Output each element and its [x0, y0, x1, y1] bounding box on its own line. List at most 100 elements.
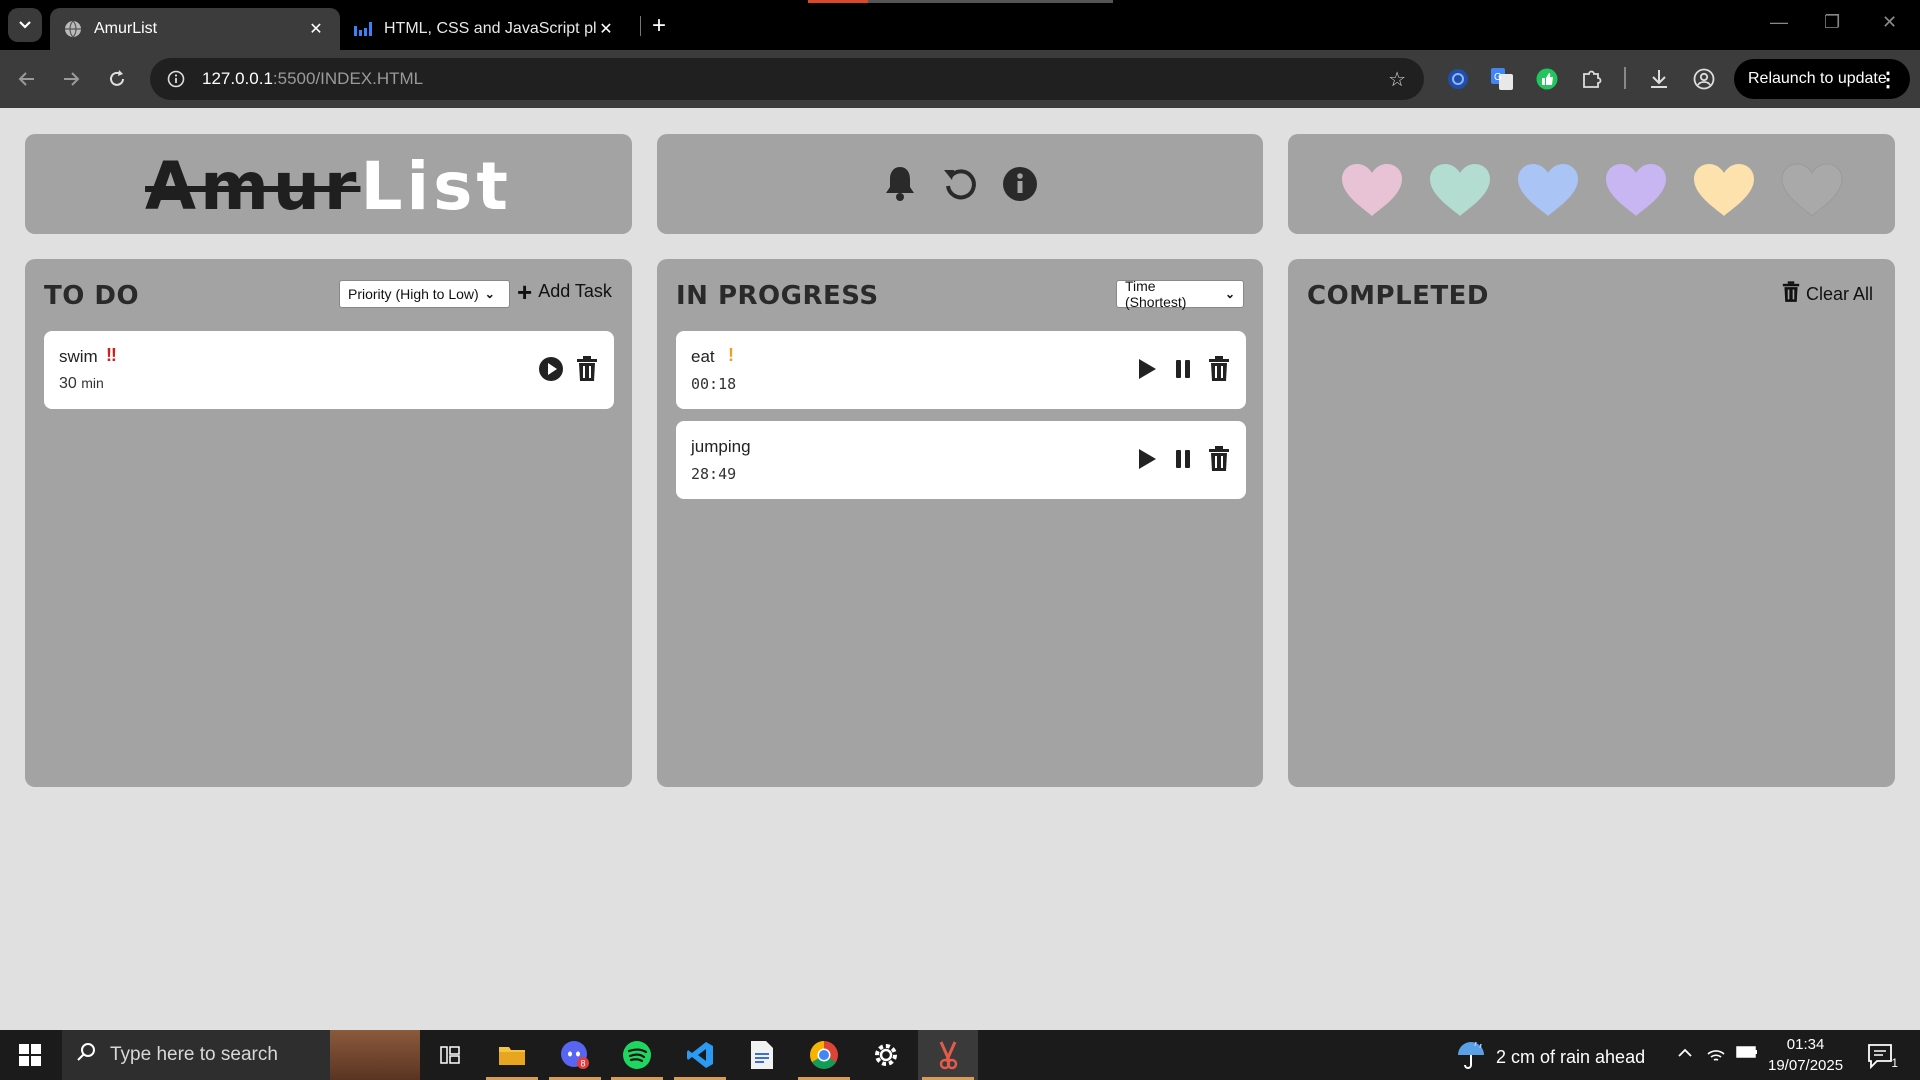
- notifications-icon[interactable]: 1: [1864, 1042, 1898, 1070]
- puzzle-extensions-icon[interactable]: [1580, 67, 1604, 91]
- discord-icon[interactable]: 8: [545, 1030, 605, 1080]
- header-controls: [657, 164, 1263, 204]
- bookmark-star-icon[interactable]: ☆: [1388, 67, 1406, 92]
- tab-loading-indicator: [808, 0, 868, 3]
- task-timer: 00:18: [691, 375, 737, 393]
- more-vert-icon[interactable]: ⋮: [1878, 67, 1898, 92]
- close-icon[interactable]: ✕: [306, 19, 326, 39]
- task-timer: 28:49: [691, 465, 737, 483]
- extension-blue-icon[interactable]: [1446, 67, 1470, 91]
- app-logo: AmurList: [25, 154, 632, 220]
- info-icon[interactable]: [1001, 164, 1039, 204]
- add-task-button[interactable]: + Add Task: [517, 279, 612, 305]
- chrome-icon[interactable]: [794, 1030, 854, 1080]
- task-card-swim[interactable]: swim ‼ 30 min: [44, 331, 614, 409]
- theme-heart-2[interactable]: [1427, 160, 1493, 220]
- chevron-up-icon[interactable]: [1676, 1044, 1694, 1067]
- column-title: TO DO: [44, 281, 140, 311]
- windows-start-icon[interactable]: [10, 1043, 50, 1067]
- taskbar-search[interactable]: Type here to search: [62, 1030, 420, 1080]
- close-icon[interactable]: ✕: [596, 19, 616, 39]
- trash-icon[interactable]: [1206, 445, 1232, 473]
- file-explorer-icon[interactable]: [482, 1030, 542, 1080]
- todo-sort-select[interactable]: Priority (High to Low) ⌄: [339, 280, 510, 308]
- task-actions: [1134, 445, 1232, 473]
- tab-title: AmurList: [94, 20, 158, 37]
- tab-search-button[interactable]: [8, 8, 42, 42]
- address-bar[interactable]: 127.0.0.1:5500/INDEX.HTML ☆: [150, 58, 1424, 100]
- pause-icon[interactable]: [1170, 445, 1196, 473]
- notification-count: 1: [1891, 1056, 1898, 1070]
- spotify-icon[interactable]: [607, 1030, 667, 1080]
- in-progress-sort-select[interactable]: Time (Shortest) ⌄: [1116, 278, 1244, 310]
- document-app-icon[interactable]: [732, 1030, 792, 1080]
- play-icon[interactable]: [1134, 445, 1160, 473]
- heart-icon: [1693, 164, 1754, 216]
- task-name: swim: [59, 347, 98, 366]
- weather-widget[interactable]: 2 cm of rain ahead: [1456, 1040, 1645, 1075]
- task-actions: [538, 355, 600, 383]
- window-close-icon[interactable]: ✕: [1882, 12, 1897, 33]
- tab-strip-indicator: [868, 0, 1113, 3]
- site-info-icon[interactable]: [164, 67, 188, 91]
- restore-icon[interactable]: ❐: [1824, 12, 1840, 33]
- undo-icon[interactable]: [941, 164, 979, 204]
- google-translate-icon[interactable]: G: [1490, 67, 1514, 91]
- theme-heart-6[interactable]: [1779, 160, 1845, 220]
- duration-unit: min: [81, 375, 104, 391]
- tab-amurlist[interactable]: AmurList ✕: [50, 8, 340, 50]
- search-icon: [76, 1042, 96, 1068]
- tab-playground[interactable]: HTML, CSS and JavaScript playg ✕: [340, 8, 630, 50]
- task-name: jumping: [691, 437, 751, 456]
- clock-time: 01:34: [1786, 1036, 1825, 1053]
- thumbs-up-extension-icon[interactable]: [1535, 67, 1559, 91]
- task-card-eat[interactable]: eat ! 00:18: [676, 331, 1246, 409]
- heart-icon: [1517, 164, 1578, 216]
- pause-icon[interactable]: [1170, 355, 1196, 383]
- settings-gear-icon[interactable]: [856, 1030, 916, 1080]
- profile-icon[interactable]: [1692, 67, 1716, 91]
- new-tab-button[interactable]: +: [652, 12, 666, 40]
- snipping-tool-icon[interactable]: [918, 1030, 978, 1080]
- task-card-jumping[interactable]: jumping 28:49: [676, 421, 1246, 499]
- sort-value: Time (Shortest): [1125, 278, 1187, 310]
- svg-text:G: G: [1494, 72, 1502, 83]
- logo-card: AmurList: [25, 134, 632, 234]
- heart-icon: [1341, 164, 1402, 216]
- theme-heart-1[interactable]: [1339, 160, 1405, 220]
- forward-arrow-icon[interactable]: [56, 64, 86, 94]
- minimize-icon[interactable]: —: [1770, 12, 1788, 33]
- relaunch-label: Relaunch to update: [1748, 70, 1887, 87]
- search-placeholder: Type here to search: [110, 1044, 278, 1065]
- network-icon[interactable]: [1706, 1044, 1726, 1067]
- url-host: 127.0.0.1: [202, 69, 273, 88]
- trash-icon: [1782, 281, 1800, 308]
- reload-icon[interactable]: [102, 64, 132, 94]
- url-path: :5500/INDEX.HTML: [272, 69, 424, 88]
- back-arrow-icon[interactable]: [12, 64, 42, 94]
- download-icon[interactable]: [1647, 67, 1671, 91]
- play-icon[interactable]: [1134, 355, 1160, 383]
- trash-icon[interactable]: [1206, 355, 1232, 383]
- toolbar-divider: [1624, 67, 1626, 89]
- heart-icon: [1605, 164, 1666, 216]
- chevron-down-icon: ⌄: [484, 287, 495, 301]
- vscode-icon[interactable]: [670, 1030, 730, 1080]
- play-circle-icon[interactable]: [538, 355, 564, 383]
- relaunch-button[interactable]: Relaunch to update ⋮: [1734, 59, 1910, 99]
- theme-heart-4[interactable]: [1603, 160, 1669, 220]
- heart-icon: [1780, 163, 1843, 217]
- chevron-down-icon: [19, 21, 31, 29]
- logo-struck-text: Amur: [145, 148, 361, 225]
- trash-icon[interactable]: [574, 355, 600, 383]
- theme-heart-3[interactable]: [1515, 160, 1581, 220]
- battery-icon[interactable]: [1736, 1044, 1758, 1065]
- system-clock[interactable]: 01:34 19/07/2025: [1768, 1034, 1843, 1076]
- heart-icon: [1429, 164, 1490, 216]
- bell-icon[interactable]: [881, 164, 919, 204]
- clear-all-label: Clear All: [1806, 284, 1874, 304]
- clear-all-button[interactable]: Clear All: [1782, 281, 1873, 308]
- task-view-icon[interactable]: [420, 1030, 480, 1080]
- windows-taskbar: Type here to search 8 2 cm of rain ahead…: [0, 1030, 1920, 1080]
- theme-heart-5[interactable]: [1691, 160, 1757, 220]
